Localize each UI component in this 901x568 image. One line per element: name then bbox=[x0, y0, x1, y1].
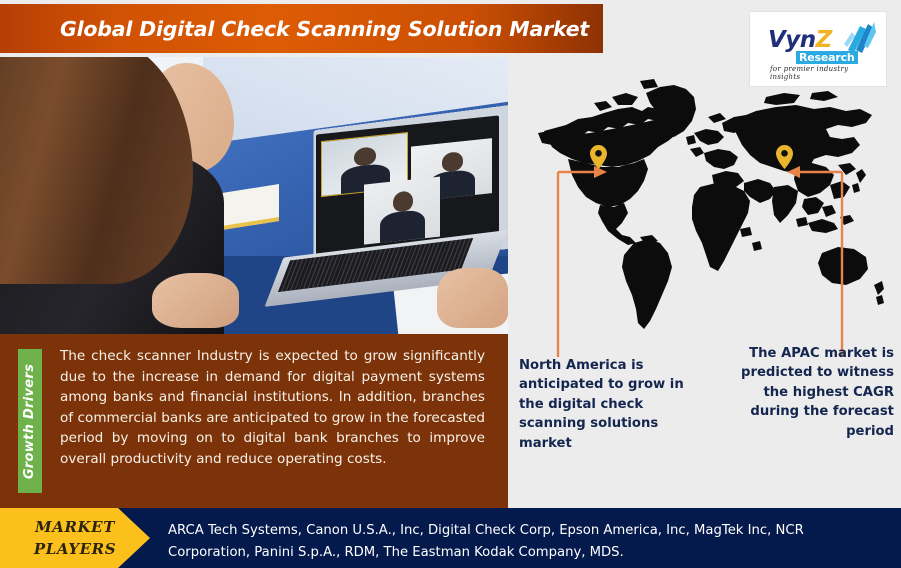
video-tile-3 bbox=[363, 176, 441, 245]
growth-drivers-body: The check scanner Industry is expected t… bbox=[60, 348, 485, 467]
photo-person-hair bbox=[0, 57, 194, 285]
map-connectors bbox=[556, 166, 844, 357]
header-bar: Global Digital Check Scanning Solution M… bbox=[0, 4, 603, 53]
callout-apac: The APAC market is predicted to witness … bbox=[741, 346, 894, 439]
map-pin-icon[interactable] bbox=[590, 145, 607, 169]
page-title: Global Digital Check Scanning Solution M… bbox=[59, 16, 589, 41]
growth-drivers-tab-label: Growth Drivers bbox=[22, 363, 38, 479]
market-players-tag-line1: MARKET bbox=[35, 518, 115, 536]
market-players-list: ARCA Tech Systems, Canon U.S.A., Inc, Di… bbox=[168, 523, 804, 560]
photo-hand-right bbox=[436, 267, 508, 329]
world-map bbox=[508, 57, 901, 357]
logo-wordmark: VynZ bbox=[768, 27, 832, 53]
participant-head bbox=[441, 151, 463, 173]
hero-photo bbox=[0, 57, 508, 334]
growth-drivers-panel: Growth Drivers The check scanner Industr… bbox=[0, 334, 508, 508]
participant-head bbox=[354, 146, 377, 167]
map-pin-icon[interactable] bbox=[776, 145, 793, 169]
market-players-tag-line2: PLAYERS bbox=[33, 540, 117, 558]
infographic-root: Global Digital Check Scanning Solution M… bbox=[0, 0, 901, 568]
callout-north-america: North America is anticipated to grow in … bbox=[519, 358, 684, 451]
participant-head bbox=[392, 189, 413, 213]
growth-drivers-tab: Growth Drivers bbox=[18, 349, 42, 493]
logo-word-main: Vyn bbox=[768, 27, 816, 53]
market-players-bar: MARKET PLAYERS ARCA Tech Systems, Canon … bbox=[0, 508, 901, 568]
photo-hand-left bbox=[152, 273, 239, 329]
participant-torso bbox=[380, 208, 425, 243]
market-players-tag: MARKET PLAYERS bbox=[0, 508, 150, 568]
logo-word-accent: Z bbox=[815, 27, 833, 53]
